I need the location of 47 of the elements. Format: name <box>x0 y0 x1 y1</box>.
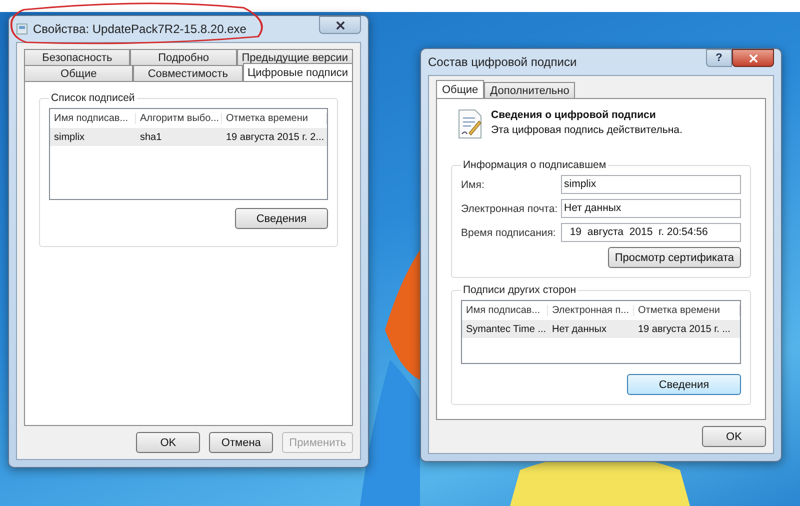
close-icon <box>748 54 758 62</box>
list-row[interactable]: simplix sha1 19 августа 2015 г. 2... <box>50 128 327 146</box>
text-field[interactable]: 19 августа 2015 г. 20:54:56 <box>561 223 741 242</box>
close-icon <box>336 20 344 30</box>
list-cell-text: 19 августа 2015 г. ... <box>637 324 732 334</box>
ok-button[interactable]: OK <box>702 426 766 447</box>
field-label: Время подписания: <box>461 226 557 238</box>
window-title: Свойства: UpdatePack7R2-15.8.20.exe <box>33 22 248 36</box>
list-cell-text: Symantec Time ... <box>465 324 548 334</box>
details-button[interactable]: Сведения <box>627 374 741 395</box>
column-header[interactable]: Электронная п... <box>548 305 634 316</box>
list-row[interactable]: Symantec Time ... Нет данных 19 августа 2015 г. ... <box>462 320 740 338</box>
header-title: Сведения о цифровой подписи <box>491 109 657 121</box>
column-header[interactable]: Алгоритм выбо... <box>136 113 222 124</box>
text-field[interactable]: simplix <box>561 175 741 194</box>
dialog-button[interactable]: Отмена <box>209 432 274 453</box>
field-label: Имя: <box>461 178 486 190</box>
tab[interactable]: Дополнительно <box>484 82 576 98</box>
list-cell-text: 19 августа 2015 г. 2... <box>225 132 326 142</box>
tab[interactable]: Общие <box>24 65 134 81</box>
help-button[interactable]: ? <box>706 49 732 67</box>
header-subtitle: Эта цифровая подпись действительна. <box>491 124 682 136</box>
file-icon <box>16 23 28 35</box>
details-button[interactable]: Сведения <box>235 208 328 229</box>
close-button[interactable] <box>319 16 361 34</box>
close-button[interactable] <box>732 49 774 67</box>
tab[interactable]: Цифровые подписи <box>242 63 353 81</box>
group-title: Информация о подписавшем <box>462 159 608 171</box>
tab[interactable]: Подробно <box>130 49 237 65</box>
tab[interactable]: Безопасность <box>24 49 130 65</box>
field-label: Электронная почта: <box>461 202 559 214</box>
column-header[interactable]: Имя подписав... <box>462 305 548 316</box>
group-title: Список подписей <box>50 92 136 104</box>
document-pen-icon <box>457 109 483 139</box>
tab[interactable]: Совместимость <box>133 65 242 81</box>
list-cell-text: sha1 <box>139 132 163 142</box>
text-field[interactable]: Нет данных <box>561 199 741 218</box>
list-cell-text: simplix <box>53 132 86 142</box>
column-header[interactable]: Отметка времени <box>222 113 327 124</box>
dialog-button[interactable]: OK <box>136 432 200 453</box>
column-header[interactable]: Имя подписав... <box>50 113 136 124</box>
list-cell-text: Нет данных <box>551 324 608 334</box>
tab[interactable]: Общие <box>436 80 484 98</box>
column-header[interactable]: Отметка времени <box>634 305 740 316</box>
window-title: Состав цифровой подписи <box>428 55 578 69</box>
view-certificate-button[interactable]: Просмотр сертификата <box>608 247 741 268</box>
group-title: Подписи других сторон <box>462 284 578 296</box>
